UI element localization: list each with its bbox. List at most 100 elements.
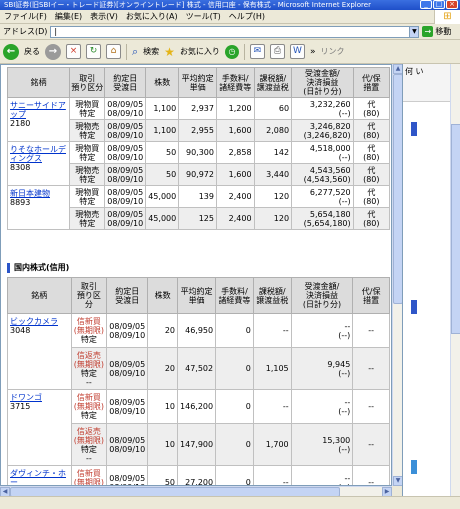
history-icon[interactable]: ◷ (224, 44, 239, 59)
menu-edit[interactable]: 編集(E) (55, 11, 82, 22)
price-cell: 146,200 (177, 389, 217, 424)
horizontal-scrollbar[interactable]: ◀ ▶ (0, 486, 392, 497)
chevron-right-icon[interactable]: » (310, 47, 316, 57)
favorites-label[interactable]: お気に入り (180, 46, 220, 57)
menu-file[interactable]: ファイル(F) (4, 11, 47, 22)
price-cell: 139 (178, 185, 217, 208)
dates-cell: 08/09/0508/09/10 (104, 185, 147, 208)
maximize-button[interactable]: □ (433, 0, 445, 9)
table-row: 新日本建物 8893 現物買 特定 08/09/05 08/09/10 45,000 139 2… (6, 185, 391, 230)
menu-help[interactable]: ヘルプ(H) (229, 11, 265, 22)
search-icon[interactable]: ⌕ (132, 45, 138, 59)
dates-cell: 08/09/0508/09/10 (106, 389, 149, 424)
stock-name-cell: ダヴィンチ・ホー (7, 465, 72, 485)
menu-favorites[interactable]: お気に入り(A) (126, 11, 178, 22)
right-frame: 何 い (402, 64, 460, 496)
trade-kind: 現物売 (75, 121, 100, 131)
stock-code: 2180 (10, 119, 31, 128)
dates-cell: 08/09/0508/09/10 (106, 347, 149, 390)
qty-cell: 50 (145, 163, 180, 186)
right-frame-scroll-thumb[interactable] (451, 124, 460, 334)
vertical-scrollbar[interactable]: ▲ ▼ (392, 64, 403, 486)
tax-cell: 1,700 (252, 423, 292, 466)
trade-kind: 現物売 (75, 209, 100, 219)
fee-cell: 2,400 (215, 207, 255, 230)
tax-cell: 120 (253, 185, 293, 208)
go-button[interactable]: → 移動 (422, 26, 451, 37)
search-label[interactable]: 検索 (143, 46, 159, 57)
dai-cell: 代 (80) (352, 141, 391, 164)
trade-kind-cell: 現物買 特定 (69, 97, 106, 120)
refresh-icon[interactable]: ↻ (86, 44, 101, 59)
trade-kind-cell: 現物買 特定 (69, 185, 106, 208)
menu-tools[interactable]: ツール(T) (186, 11, 221, 22)
home-icon[interactable]: ⌂ (106, 44, 121, 59)
amount-cell: --(--) (290, 465, 354, 485)
amount-cell: 5,654,180 (5,654,180) (291, 207, 354, 230)
trade-kind: 特定 (79, 152, 96, 162)
stop-icon[interactable]: × (66, 44, 81, 59)
cell-line: 08/09/05 (109, 435, 146, 445)
edit-icon[interactable]: W (289, 44, 305, 59)
back-label[interactable]: 戻る (24, 46, 40, 57)
links-label[interactable]: リンク (320, 46, 344, 57)
amount-cell: 6,277,520 (--) (291, 185, 354, 208)
col-header-dates: 約定日 受渡日 (106, 277, 149, 314)
cell-line: 08/09/10 (107, 196, 144, 206)
close-button[interactable]: × (446, 0, 458, 9)
fee-cell: 2,858 (215, 141, 255, 164)
minimize-button[interactable]: _ (420, 0, 432, 9)
cell-line: 08/09/05 (109, 473, 146, 483)
right-frame-scrollbar[interactable] (450, 64, 460, 496)
tax-cell: 1,105 (252, 347, 292, 390)
print-icon[interactable]: ⎙ (269, 44, 285, 59)
back-arrow-icon[interactable]: ← (3, 43, 19, 60)
go-arrow-icon: → (422, 26, 434, 37)
stock-name-link[interactable]: 新日本建物 (10, 189, 50, 198)
fee-cell: 0 (215, 465, 254, 485)
menu-view[interactable]: 表示(V) (90, 11, 118, 22)
trade-kind: 特定 (79, 130, 96, 140)
trade-kind-cell: 信新買(無期限)特定 (70, 389, 108, 424)
mail-icon[interactable]: ✉ (249, 44, 265, 59)
favorites-star-icon[interactable]: ★ (164, 45, 175, 59)
amount-line: 6,277,520 (309, 187, 351, 197)
stock-name-link[interactable]: りそなホールディングス (10, 145, 66, 163)
address-dropdown-icon[interactable]: ▼ (409, 25, 420, 38)
dai-cell: 代 (80) (352, 207, 391, 230)
amount-line: (5,654,180) (303, 218, 351, 228)
cell-line: 代 (367, 187, 376, 197)
trade-kind: 特定 (80, 411, 97, 420)
margin-section-title: 国内株式(信用) (7, 263, 69, 273)
trade-kind: 信新買 (76, 393, 101, 402)
trade-kind-cell: 現物買 特定 (69, 141, 106, 164)
stock-name-link[interactable]: サニーサイドアップ (10, 101, 66, 119)
stock-name-link[interactable]: ドワンゴ (10, 393, 42, 402)
stock-name-link[interactable]: ビックカメラ (10, 317, 58, 326)
amount-line: (--) (338, 406, 351, 416)
amount-cell: --(--) (290, 389, 354, 424)
stock-name-cell: サニーサイドアップ 2180 (6, 97, 71, 142)
trade-kind: 現物買 (75, 187, 100, 197)
qty-cell: 50 (147, 465, 179, 485)
trade-kind-cell: 現物売 特定 (69, 163, 106, 186)
stock-name-link[interactable]: ダヴィンチ・ホー (10, 469, 66, 485)
amount-line: -- (344, 397, 351, 407)
col-header-dai: 代/保 措置 (352, 277, 390, 314)
trade-kind: 特定 (79, 196, 96, 206)
fee-cell: 2,400 (215, 185, 255, 208)
cell-line: 08/09/05 (107, 187, 144, 197)
table-row: ダヴィンチ・ホー信新買(無期限)特定08/09/0508/09/105027,2… (7, 465, 390, 485)
cell-line: 08/09/10 (109, 330, 146, 340)
amount-cell: 4,518,000 (--) (291, 141, 354, 164)
qty-cell: 10 (147, 423, 179, 466)
forward-arrow-icon[interactable]: → (45, 43, 61, 60)
cell-line: 08/09/05 (107, 143, 144, 153)
price-cell: 46,950 (177, 313, 217, 348)
cell-line: 08/09/05 (107, 121, 144, 131)
cell-line: 08/09/05 (109, 321, 146, 331)
cell-line: 08/09/10 (107, 174, 144, 184)
browser-toolbar: ← 戻る → × ↻ ⌂ ⌕ 検索 ★ お気に入り ◷ ✉ ⎙ W » リンク (0, 40, 460, 64)
dates-cell: 08/09/0508/09/10 (104, 119, 147, 142)
address-input[interactable]: | (50, 25, 411, 38)
